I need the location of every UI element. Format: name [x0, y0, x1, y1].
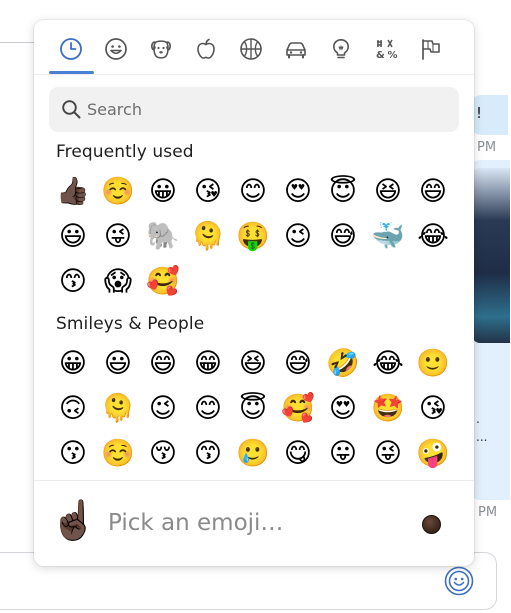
emoji-button[interactable]: 😃: [99, 344, 137, 382]
emoji-button[interactable]: 😀: [144, 172, 182, 210]
emoji-button[interactable]: 🥰: [279, 389, 317, 427]
emoji-button[interactable]: 😄: [414, 172, 452, 210]
message-card-line: .: [476, 412, 480, 426]
emoji-button[interactable]: 😙: [189, 434, 227, 472]
svg-text:%: %: [388, 50, 398, 61]
tab-animals[interactable]: [144, 34, 178, 64]
emoji-button[interactable]: 😉: [279, 217, 317, 255]
tab-smileys[interactable]: [99, 34, 133, 64]
smiley-icon: [444, 566, 474, 596]
search-box[interactable]: [49, 87, 459, 132]
message-bubble-text: !: [476, 104, 483, 122]
emoji-button[interactable]: 😉: [144, 389, 182, 427]
tab-activity[interactable]: [234, 34, 268, 64]
emoji-preview: ☝🏿: [50, 498, 98, 542]
emoji-button[interactable]: 😅: [279, 344, 317, 382]
tab-flags[interactable]: [414, 34, 448, 64]
tab-travel[interactable]: [279, 34, 313, 64]
symbols-icon: & %: [376, 39, 398, 61]
emoji-button[interactable]: 😊: [234, 172, 272, 210]
emoji-button[interactable]: 😀: [54, 344, 92, 382]
emoji-picker: & % Frequently used 👍🏿☺️😀😘�: [34, 20, 474, 566]
skin-tone-selector[interactable]: [422, 515, 441, 534]
emoji-button[interactable]: 🥰: [144, 262, 182, 300]
lightbulb-icon: [333, 39, 349, 59]
chat-app: ! PM . ... PM & % Search Frequently used…: [0, 0, 511, 613]
message-bubble: [468, 95, 508, 135]
search-input[interactable]: [87, 87, 447, 132]
emoji-button[interactable]: 😁: [189, 344, 227, 382]
emoji-button[interactable]: 👍🏿: [54, 172, 92, 210]
emoji-button[interactable]: 😆: [369, 172, 407, 210]
emoji-button[interactable]: 😜: [369, 434, 407, 472]
emoji-button[interactable]: 😚: [144, 434, 182, 472]
search-icon: [62, 100, 81, 119]
emoji-button[interactable]: 🐘: [144, 217, 182, 255]
emoji-preview-label: Pick an emoji…: [108, 510, 284, 536]
message-card-line: ...: [476, 430, 488, 444]
car-icon: [286, 42, 306, 59]
emoji-button[interactable]: 😛: [324, 434, 362, 472]
emoji-button[interactable]: 😙: [54, 262, 92, 300]
emoji-button[interactable]: ☺️: [99, 434, 137, 472]
message-timestamp: PM: [478, 505, 498, 520]
emoji-button[interactable]: 😍: [279, 172, 317, 210]
emoji-button[interactable]: 😋: [279, 434, 317, 472]
svg-text:&: &: [376, 50, 385, 61]
emoji-button[interactable]: 😊: [189, 389, 227, 427]
dog-icon: [151, 40, 171, 59]
emoji-button[interactable]: 🤩: [369, 389, 407, 427]
category-tabs: & %: [34, 20, 474, 75]
emoji-button[interactable]: 🙃: [54, 389, 92, 427]
message-screenshot-thumbnail[interactable]: [472, 168, 510, 343]
emoji-button[interactable]: 🤣: [324, 344, 362, 382]
emoji-picker-button[interactable]: [443, 565, 475, 597]
emoji-button[interactable]: 😃: [54, 217, 92, 255]
emoji-button[interactable]: 😄: [144, 344, 182, 382]
tab-recent[interactable]: [54, 34, 88, 64]
emoji-button[interactable]: 🐳: [369, 217, 407, 255]
emoji-button[interactable]: ☺️: [99, 172, 137, 210]
emoji-button[interactable]: 😇: [234, 389, 272, 427]
emoji-button[interactable]: 😘: [414, 389, 452, 427]
section-title-frequent: Frequently used: [56, 142, 194, 162]
tab-objects[interactable]: [324, 34, 358, 64]
active-tab-indicator: [49, 71, 94, 74]
emoji-button[interactable]: 😇: [324, 172, 362, 210]
emoji-button[interactable]: 😱: [99, 262, 137, 300]
apple-icon: [197, 38, 215, 59]
emoji-button[interactable]: 😘: [189, 172, 227, 210]
emoji-button[interactable]: 🥲: [234, 434, 272, 472]
emoji-button[interactable]: 🫠: [189, 217, 227, 255]
emoji-button[interactable]: 😜: [99, 217, 137, 255]
smiley-icon: [105, 38, 127, 60]
emoji-button[interactable]: 😍: [324, 389, 362, 427]
picker-footer: ☝🏿 Pick an emoji…: [34, 480, 474, 566]
emoji-button[interactable]: 🫠: [99, 389, 137, 427]
tab-symbols[interactable]: & %: [369, 34, 403, 64]
emoji-button[interactable]: 😂: [414, 217, 452, 255]
emoji-button[interactable]: 🙂: [414, 344, 452, 382]
message-card-text: . ...: [476, 410, 487, 446]
emoji-button[interactable]: 😅: [324, 217, 362, 255]
header-divider: [0, 42, 36, 43]
emoji-button[interactable]: 😗: [54, 434, 92, 472]
section-title-smileys: Smileys & People: [56, 314, 205, 334]
emoji-button[interactable]: 😂: [369, 344, 407, 382]
basketball-icon: [240, 38, 262, 60]
emoji-button[interactable]: 🤪: [414, 434, 452, 472]
emoji-button[interactable]: 😆: [234, 344, 272, 382]
flags-icon: [422, 39, 440, 60]
emoji-button[interactable]: 🤑: [234, 217, 272, 255]
tab-food[interactable]: [189, 34, 223, 64]
clock-icon: [60, 38, 82, 60]
message-card[interactable]: . ...: [470, 160, 510, 500]
message-timestamp: PM: [477, 140, 497, 155]
